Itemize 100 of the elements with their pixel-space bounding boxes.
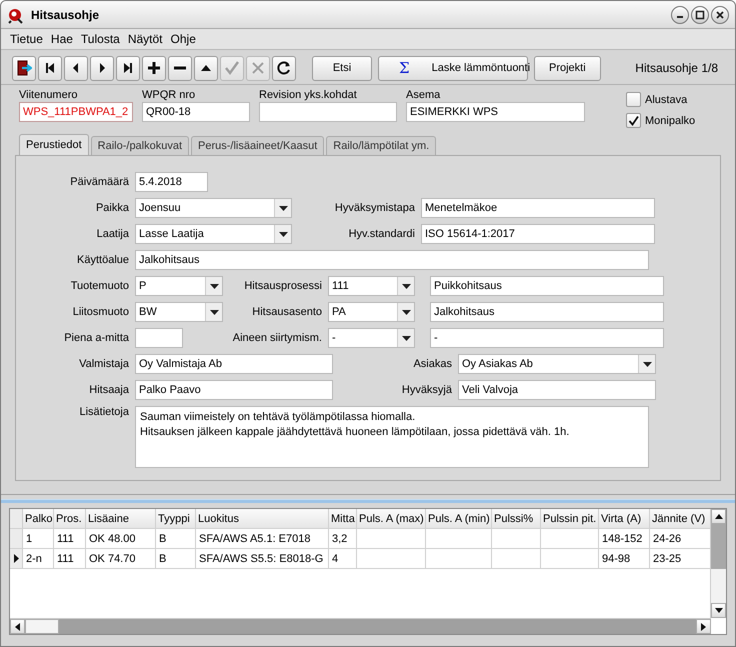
field-label: Lisätietoja bbox=[78, 406, 129, 418]
table-cell: SFA/AWS S5.5: E8018-G bbox=[196, 549, 329, 568]
minimize-button[interactable] bbox=[671, 6, 689, 24]
table-cell: 4 bbox=[329, 549, 357, 568]
up-button[interactable] bbox=[194, 56, 218, 80]
toolbar-button[interactable]: Projekti bbox=[534, 56, 601, 80]
refresh-icon bbox=[276, 60, 292, 76]
scroll-up-button[interactable] bbox=[711, 509, 726, 524]
table-cell: 94-98 bbox=[599, 549, 650, 568]
column-header[interactable]: Luokitus bbox=[196, 509, 329, 528]
menu-item[interactable]: Näytöt bbox=[128, 32, 163, 46]
input-field[interactable]: Jalkohitsaus bbox=[135, 250, 649, 270]
input-field[interactable]: ESIMERKKI WPS bbox=[406, 102, 585, 122]
column-header[interactable]: Pros. bbox=[54, 509, 86, 528]
dropdown[interactable]: Joensuu bbox=[135, 198, 292, 218]
caret-icon bbox=[210, 310, 218, 314]
table-cell: 1 bbox=[23, 529, 54, 548]
calculate-button[interactable]: Σ Laske lämmöntuonti bbox=[378, 56, 528, 80]
input-field[interactable]: ISO 15614-1:2017 bbox=[421, 224, 655, 244]
exit-button[interactable] bbox=[12, 56, 36, 80]
input-field[interactable]: Jalkohitsaus bbox=[430, 302, 664, 322]
first-button[interactable] bbox=[38, 56, 62, 80]
minus-icon bbox=[172, 66, 188, 70]
prev-button[interactable] bbox=[64, 56, 88, 80]
scroll-thumb[interactable] bbox=[25, 619, 59, 634]
column-header[interactable]: Tyyppi bbox=[156, 509, 196, 528]
input-field[interactable] bbox=[259, 102, 397, 122]
dropdown[interactable]: BW bbox=[135, 302, 223, 322]
checkbox-label: Monipalko bbox=[645, 114, 696, 126]
column-header[interactable]: Pulssin pit. bbox=[541, 509, 599, 528]
caret-icon bbox=[402, 284, 410, 288]
field-label: WPQR nro bbox=[142, 89, 196, 101]
close-button[interactable] bbox=[711, 6, 729, 24]
field-label: Valmistaja bbox=[78, 358, 129, 370]
left-arrow-icon bbox=[15, 622, 20, 630]
add-button[interactable] bbox=[142, 56, 166, 80]
field-label: Asema bbox=[406, 89, 442, 101]
refresh-button[interactable] bbox=[272, 56, 296, 80]
table-cell: 3,2 bbox=[329, 529, 357, 548]
menu-item[interactable]: Ohje bbox=[170, 32, 196, 46]
column-header[interactable]: Mitta bbox=[329, 509, 357, 528]
caret-icon bbox=[402, 336, 410, 340]
column-header[interactable]: Palko bbox=[23, 509, 54, 528]
horizontal-scrollbar[interactable] bbox=[10, 618, 711, 634]
field-label: Päivämäärä bbox=[69, 176, 129, 188]
dropdown[interactable]: Oy Asiakas Ab bbox=[458, 354, 656, 374]
caret-icon bbox=[402, 310, 410, 314]
row-header[interactable] bbox=[10, 549, 23, 568]
menu-item[interactable]: Tulosta bbox=[80, 32, 120, 46]
menu-item[interactable]: Hae bbox=[50, 32, 73, 46]
current-row-icon bbox=[14, 554, 18, 563]
checkbox[interactable] bbox=[626, 113, 641, 128]
next-button[interactable] bbox=[90, 56, 114, 80]
tab[interactable]: Railo-/palkokuvat bbox=[90, 136, 190, 155]
input-field[interactable]: Veli Valvoja bbox=[458, 380, 656, 400]
column-header[interactable]: Puls. A (max) bbox=[357, 509, 426, 528]
column-header[interactable]: Lisäaine bbox=[86, 509, 156, 528]
cross-icon bbox=[250, 60, 266, 76]
input-field[interactable]: Menetelmäkoe bbox=[421, 198, 655, 218]
tab[interactable]: Perustiedot bbox=[19, 134, 89, 155]
scroll-right-button[interactable] bbox=[696, 619, 711, 634]
text-area[interactable]: Sauman viimeistely on tehtävä työlämpötilassa hiomalla. Hitsauksen jälkeen kappale jäähdytettävä huoneen lämpötilaan, jossa pidettävä väh. 1h. bbox=[135, 406, 649, 468]
check-icon bbox=[224, 60, 240, 76]
remove-button[interactable] bbox=[168, 56, 192, 80]
field-label: Liitosmuoto bbox=[72, 306, 129, 318]
toolbar-button[interactable]: Etsi bbox=[312, 56, 372, 80]
field-label: Hyv.standardi bbox=[348, 228, 415, 240]
vertical-scrollbar[interactable] bbox=[710, 509, 726, 618]
dropdown[interactable]: 111 bbox=[328, 276, 415, 296]
column-header[interactable]: Pulssi% bbox=[492, 509, 541, 528]
minimize-icon bbox=[677, 16, 683, 18]
column-header[interactable]: Puls. A (min) bbox=[426, 509, 492, 528]
table-cell: 111 bbox=[54, 529, 86, 548]
scroll-down-button[interactable] bbox=[711, 603, 726, 618]
input-field[interactable]: WPS_111PBWPA1_2 bbox=[19, 102, 133, 122]
input-field[interactable]: 5.4.2018 bbox=[135, 172, 208, 192]
input-field[interactable]: QR00-18 bbox=[142, 102, 250, 122]
input-field[interactable]: Puikkohitsaus bbox=[430, 276, 664, 296]
dropdown[interactable]: - bbox=[328, 328, 415, 348]
menu-item[interactable]: Tietue bbox=[10, 32, 43, 46]
field-label: Hyväksyjä bbox=[400, 384, 452, 396]
scroll-left-button[interactable] bbox=[10, 619, 25, 634]
column-header[interactable]: Virta (A) bbox=[599, 509, 650, 528]
checkbox[interactable] bbox=[626, 92, 641, 107]
last-button[interactable] bbox=[116, 56, 140, 80]
tab[interactable]: Perus-/lisäaineet/Kaasut bbox=[191, 136, 324, 155]
table-cell: SFA/AWS A5.1: E7018 bbox=[196, 529, 329, 548]
checkbox-label: Alustava bbox=[645, 94, 688, 106]
field-label: Asiakas bbox=[412, 358, 452, 370]
input-field[interactable]: Oy Valmistaja Ab bbox=[135, 354, 333, 374]
dropdown[interactable]: PA bbox=[328, 302, 415, 322]
dropdown[interactable]: P bbox=[135, 276, 223, 296]
dropdown[interactable]: Lasse Laatija bbox=[135, 224, 292, 244]
scroll-thumb[interactable] bbox=[711, 524, 726, 569]
up-arrow-icon bbox=[714, 514, 722, 519]
maximize-button[interactable] bbox=[691, 6, 709, 24]
input-field[interactable]: - bbox=[430, 328, 664, 348]
tab[interactable]: Railo/lämpötilat ym. bbox=[326, 136, 436, 155]
input-field[interactable]: Palko Paavo bbox=[135, 380, 333, 400]
input-field[interactable] bbox=[135, 328, 183, 348]
